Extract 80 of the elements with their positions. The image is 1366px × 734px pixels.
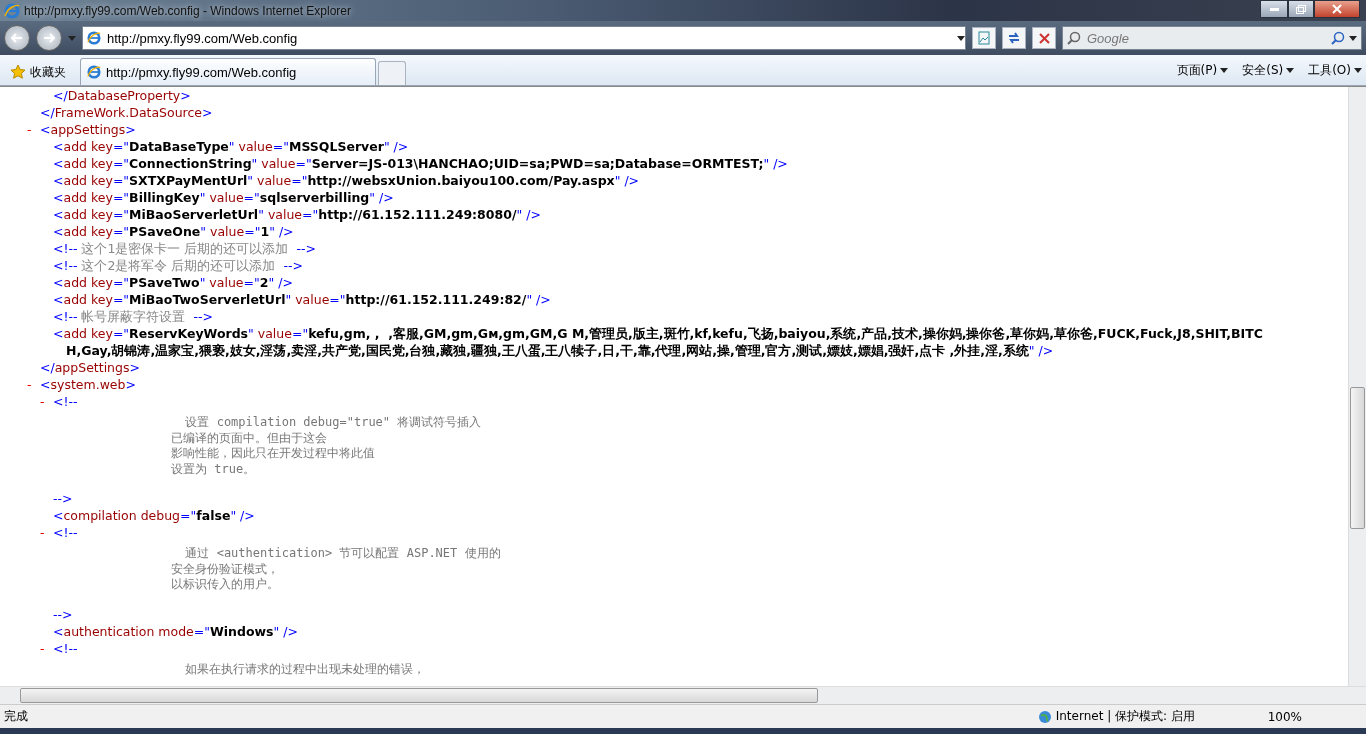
command-menu[interactable]: 页面(P) [1176,61,1229,79]
back-arrow-icon [11,33,23,43]
forward-arrow-icon [43,33,55,43]
collapse-toggle[interactable]: - [40,393,53,410]
maximize-button[interactable] [1288,0,1314,18]
xml-line: <system.web> [40,376,136,393]
zoom-level[interactable]: 100% [1267,709,1302,724]
close-icon [1038,32,1050,44]
xml-line: <add key="MiBaoTwoServerletUrl" value="http://61.152.111.249:82/" /> [53,291,551,308]
collapse-toggle[interactable]: - [40,639,53,657]
xml-line: --> [53,490,73,507]
minimize-icon [1269,7,1279,11]
stop-button[interactable] [1032,27,1056,49]
close-icon [1332,4,1342,14]
comment-text: 以标识传入的用户。 [171,577,280,593]
collapse-toggle[interactable]: - [40,524,53,541]
window-title: http://pmxy.fly99.com/Web.config - Windows Internet Explorer [24,3,353,18]
caret-icon [957,35,965,41]
xml-line: <add key="PSaveTwo" value="2" /> [53,274,293,291]
back-button[interactable] [4,25,30,51]
xml-line: <appSettings> [40,121,136,138]
xml-line: <add key="MiBaoServerletUrl" value="http://61.152.111.249:8080/" /> [53,206,541,223]
star-icon [10,64,26,80]
comment-text: 设置为 true。 [171,461,257,477]
refresh-button[interactable] [1002,27,1026,49]
browser-logo-icon [87,31,101,45]
refresh-icon [1007,31,1021,45]
xml-line: <add key="PSaveOne" value="1" /> [53,223,294,240]
xml-line: </DatabaseProperty> [53,87,191,104]
xml-line: <!-- [53,524,78,541]
comment-text: 如果在执行请求的过程中出现未处理的错误， [184,661,427,677]
browser-logo-icon [4,2,20,19]
collapse-toggle[interactable]: - [27,376,40,393]
comment-text: 设置 compilation debug="true" 将调试符号插入 [184,415,483,431]
search-icon [1331,31,1345,45]
address-bar[interactable]: http://pmxy.fly99.com/Web.config [82,26,966,50]
xml-comment: <!-- 这个2是将军令 后期的还可以添加 --> [53,257,303,274]
xml-line: <add key="ReservKeyWords" value="kefu,gm, , ,客服,GM,gm,Gм,gm,GM,G M,管理员,版主,斑竹,kf,kefu,飞扬,baiyou,系统,产品,技术,操你妈,操你爸,草你妈,草你爸,FUCK,Fuck,J8,SHIT,BITCH,Gay,胡锦涛,温家宝,猥亵,妓女,淫荡,卖淫,共产党,国民党,台独,藏独,疆独,王八蛋,王八犊子,日,干,靠,代理,网站,操,管理,官方,测试,嫖妓,嫖娼,强奸,点卡 ,外挂,淫,系统" /> [53,325,1264,359]
history-caret-icon [68,35,76,41]
comment-text: 安全身份验证模式， [171,561,280,577]
xml-line: <add key="BillingKey" value="sqlserverbilling" /> [53,189,394,206]
minimize-button[interactable] [1260,0,1288,18]
xml-line: </FrameWork.DataSource> [40,104,213,121]
xml-line: <compilation debug="false" /> [53,507,255,524]
xml-line: <add key="DataBaseType" value="MSSQLServer" /> [53,138,409,155]
collapse-toggle[interactable]: - [27,121,40,138]
close-button[interactable] [1314,0,1360,18]
caret-icon [1349,35,1357,41]
xml-line: <add key="SXTXPayMentUrl" value="http://websxUnion.baiyou100.com/Pay.aspx" /> [53,172,640,189]
comment-text: 通过 <authentication> 节可以配置 ASP.NET 使用的 [184,546,502,562]
comment-text: 影响性能，因此只在开发过程中将此值 [171,446,376,462]
xml-line: <add key="ConnectionString" value="Server=JS-013\HANCHAO;UID=sa;PWD=sa;Database=ORMTEST;" /> [53,155,788,172]
command-menu[interactable]: 工具(O) [1308,61,1362,79]
xml-line: <authentication mode="Windows" /> [53,622,298,640]
caret-icon [1354,67,1362,73]
caret-icon [1286,67,1295,73]
xml-line: <!-- [53,639,78,657]
horizontal-scrollbar[interactable] [0,686,1366,704]
search-icon [1067,31,1081,45]
xml-comment: <!-- 这个1是密保卡一 后期的还可以添加 --> [53,240,316,257]
xml-line: --> [53,605,73,623]
address-field[interactable]: http://pmxy.fly99.com/Web.config [105,29,953,47]
comment-text: 已编译的页面中。但由于这会 [171,430,328,446]
favorites-button[interactable]: 收藏夹 [4,59,72,85]
search-field[interactable]: Google [1085,29,1327,47]
command-menu[interactable]: 安全(S) [1242,61,1295,79]
browser-tab[interactable]: http://pmxy.fly99.com/Web.config [80,58,376,85]
forward-button[interactable] [36,25,62,51]
restore-icon [1296,4,1306,14]
caret-icon [1220,67,1229,73]
xml-line: <!-- [53,393,78,410]
browser-logo-icon [87,65,101,79]
search-box[interactable]: Google [1062,26,1362,50]
globe-icon [1037,709,1052,724]
vertical-scrollbar[interactable] [1348,87,1366,686]
page-icon [977,31,991,45]
status-text: 完成 [4,708,29,725]
xml-line: </appSettings> [40,359,140,376]
security-zone: Internet | 保护模式: 启用 [1055,708,1195,725]
xml-comment: <!-- 帐号屏蔽字符设置 --> [53,308,213,325]
